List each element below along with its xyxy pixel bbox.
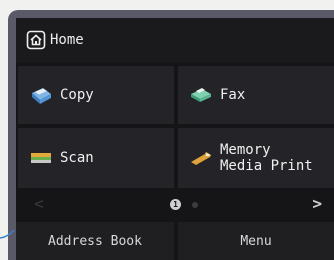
memory-media-print-icon — [188, 147, 214, 169]
address-book-button[interactable]: Address Book — [16, 222, 174, 260]
copy-label: Copy — [60, 87, 94, 103]
page-indicator-dot — [192, 202, 198, 208]
chevron-left-icon[interactable]: < — [34, 194, 44, 213]
home-icon — [26, 30, 46, 50]
menu-button[interactable]: Menu — [178, 222, 334, 260]
fax-icon — [188, 84, 214, 106]
copy-button[interactable]: Copy — [18, 66, 174, 124]
scan-button[interactable]: Scan — [18, 128, 174, 188]
scan-label: Scan — [60, 150, 94, 166]
touch-screen: Home Copy Fax Scan Memory Media Print < … — [16, 18, 334, 260]
fax-label: Fax — [220, 87, 246, 103]
memory-media-print-button[interactable]: Memory Media Print — [178, 128, 334, 188]
fax-button[interactable]: Fax — [178, 66, 334, 124]
page-title: Home — [50, 32, 84, 48]
menu-label: Menu — [240, 233, 272, 249]
memory-media-print-label: Memory Media Print — [220, 142, 313, 174]
scan-icon — [28, 147, 54, 169]
cable-line — [0, 229, 15, 239]
copy-icon — [28, 84, 54, 106]
page-navigation: < 1 > — [16, 190, 334, 220]
home-header[interactable]: Home — [16, 18, 334, 62]
page-indicator-current: 1 — [170, 199, 181, 210]
chevron-right-icon[interactable]: > — [312, 194, 322, 213]
address-book-label: Address Book — [48, 233, 142, 249]
